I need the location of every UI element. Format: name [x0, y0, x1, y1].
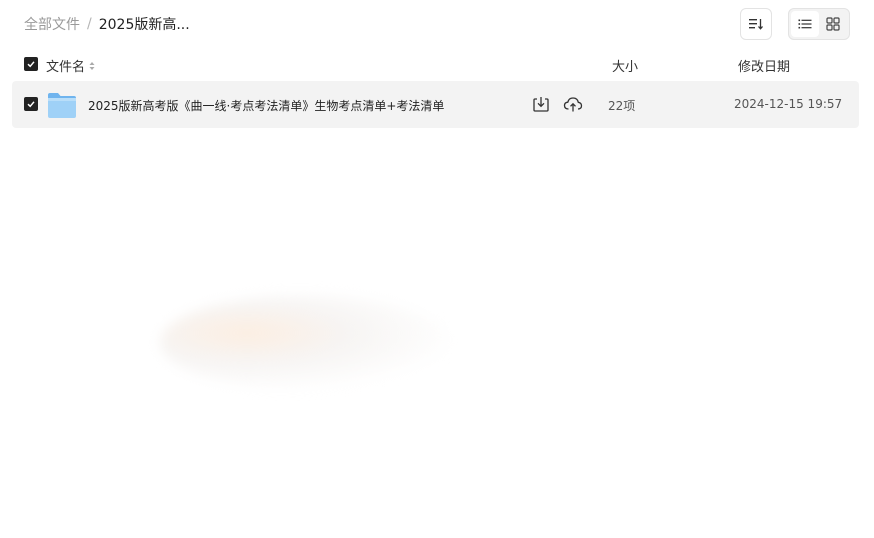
- download-icon[interactable]: [532, 95, 550, 113]
- column-date-header[interactable]: 修改日期: [738, 56, 790, 75]
- list-view-button[interactable]: [791, 11, 819, 37]
- checkmark-icon: [27, 61, 35, 68]
- checkmark-icon: [27, 101, 35, 108]
- column-name-label: 文件名: [46, 60, 86, 75]
- column-name-header[interactable]: 文件名: [46, 56, 95, 75]
- breadcrumb-current: 2025版新高...: [98, 17, 190, 33]
- save-to-cloud-icon[interactable]: [563, 95, 583, 113]
- sort-button[interactable]: [740, 8, 772, 40]
- list-view-icon: [798, 19, 812, 29]
- grid-view-button[interactable]: [819, 11, 847, 37]
- table-row[interactable]: 2025版新高考版《曲一线·考点考法清单》生物考点清单+考法清单 22项 202…: [12, 81, 859, 128]
- grid-view-icon: [826, 17, 840, 31]
- folder-icon: [48, 93, 76, 118]
- file-size: 22项: [608, 99, 636, 113]
- file-name[interactable]: 2025版新高考版《曲一线·考点考法清单》生物考点清单+考法清单: [88, 97, 444, 114]
- breadcrumb-separator: /: [87, 16, 92, 32]
- sort-lines-icon: [749, 19, 763, 30]
- row-checkbox[interactable]: [24, 97, 38, 111]
- table-header: 文件名 大小 修改日期: [0, 48, 874, 80]
- breadcrumb: 全部文件 / 2025版新高...: [24, 14, 190, 34]
- file-modified-date: 2024-12-15 19:57: [734, 97, 843, 111]
- breadcrumb-root[interactable]: 全部文件: [24, 14, 80, 34]
- top-bar: 全部文件 / 2025版新高...: [0, 0, 874, 48]
- blurred-overlay: [160, 295, 450, 390]
- view-toggle: [788, 8, 850, 40]
- select-all-checkbox[interactable]: [24, 57, 38, 71]
- column-size-header[interactable]: 大小: [612, 56, 638, 75]
- sort-caret-icon: [89, 61, 95, 71]
